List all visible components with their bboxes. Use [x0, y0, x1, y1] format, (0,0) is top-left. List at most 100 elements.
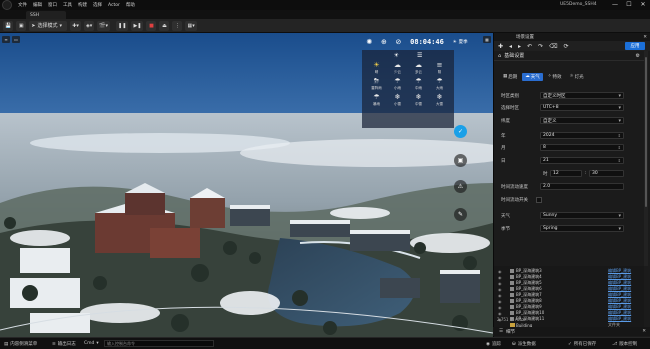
- settings-icon[interactable]: ⚙: [636, 53, 640, 59]
- weather-option-light-rain[interactable]: ☂ 小雨: [387, 77, 408, 91]
- time-speed-field[interactable]: 2.0: [540, 183, 624, 190]
- section-header[interactable]: ⌂ 基础设置 ⚙: [494, 51, 644, 61]
- tab-weather[interactable]: ☁ 天气: [522, 72, 543, 81]
- maximize-button[interactable]: ☐: [622, 0, 636, 10]
- redo-icon[interactable]: ↷: [538, 43, 543, 50]
- wireframe-icon[interactable]: ⊕: [381, 38, 387, 46]
- weather-dropdown[interactable]: Sunny: [540, 212, 624, 219]
- menu-file[interactable]: 文件: [18, 2, 27, 8]
- content-drawer-button[interactable]: ▤ 内容侧滑菜单: [4, 341, 37, 348]
- close-icon[interactable]: ✕: [642, 329, 646, 334]
- weather-option-heavy-rain[interactable]: ☂ 大雨: [429, 77, 450, 91]
- weather-option-light-snow[interactable]: ❄ 小雪: [387, 93, 408, 107]
- step-icon[interactable]: ▶❚: [131, 20, 144, 31]
- menu-select[interactable]: 选择: [93, 2, 102, 8]
- effects-icon: ✧: [547, 74, 552, 79]
- refresh-icon[interactable]: ⟳: [564, 43, 569, 50]
- measure-button[interactable]: ✎: [454, 208, 467, 221]
- close-icon[interactable]: ✕: [643, 35, 647, 40]
- level-tab[interactable]: SSH: [26, 11, 66, 19]
- navigate-forward-icon[interactable]: ▸: [518, 43, 521, 50]
- time-flow-checkbox[interactable]: [536, 196, 542, 203]
- weather-option-overcast[interactable]: ≡ 阴: [429, 61, 450, 75]
- source-control-button[interactable]: ⎇ 版本控制: [612, 341, 637, 348]
- delete-icon[interactable]: ⌫: [549, 43, 557, 50]
- minute-field[interactable]: 30: [589, 170, 624, 177]
- visibility-icon[interactable]: ◉: [498, 305, 502, 310]
- add-icon[interactable]: ✚: [498, 43, 503, 50]
- visibility-icon[interactable]: ◉: [498, 281, 502, 286]
- details-tab[interactable]: 细节: [506, 329, 515, 335]
- close-button[interactable]: ✕: [636, 0, 650, 10]
- actor-icon: [510, 281, 514, 285]
- year-field[interactable]: 2024: [540, 132, 624, 139]
- weather-tab-sun-icon[interactable]: ☀: [394, 52, 399, 59]
- pause-icon[interactable]: ❚❚: [116, 20, 129, 31]
- timezone-dropdown[interactable]: UTC+8: [540, 104, 624, 111]
- menu-help[interactable]: 帮助: [126, 2, 135, 8]
- console-input[interactable]: 输入控制台命令: [104, 340, 214, 347]
- content-icon[interactable]: ▣: [16, 20, 27, 31]
- scrollbar-thumb[interactable]: [645, 57, 647, 207]
- save-icon[interactable]: 💾: [3, 20, 14, 31]
- tab-post-process[interactable]: ▦ 后期: [500, 73, 520, 81]
- season-dropdown[interactable]: Spring: [540, 225, 624, 232]
- timezone-category-dropdown[interactable]: 自定义时区: [540, 92, 624, 99]
- visibility-icon[interactable]: ◉: [498, 299, 502, 304]
- perspective-button[interactable]: ▭: [12, 35, 20, 43]
- camera-button[interactable]: ▣: [454, 154, 467, 167]
- menu-build[interactable]: 构建: [78, 2, 87, 8]
- visibility-icon[interactable]: ◉: [498, 269, 502, 274]
- output-log-button[interactable]: ≡ 输出日志: [52, 341, 76, 348]
- panel-tab-label[interactable]: 场景设置: [516, 34, 534, 40]
- play-options-icon[interactable]: ⋮: [172, 20, 183, 31]
- menu-edit[interactable]: 编辑: [33, 2, 42, 8]
- apply-button[interactable]: 应用: [625, 42, 645, 50]
- derived-data-button[interactable]: ⛁ 派生数据: [512, 341, 536, 348]
- weather-option-storm[interactable]: ☂ 暴雨: [366, 93, 387, 107]
- unreal-logo-icon[interactable]: [2, 0, 12, 10]
- eject-icon[interactable]: ⏏: [159, 20, 170, 31]
- add-actor-icon[interactable]: ✚▾: [70, 20, 81, 31]
- weather-option-heavy-snow[interactable]: ❄ 大雪: [429, 93, 450, 107]
- tab-effects[interactable]: ✧ 特效: [545, 73, 565, 81]
- menu-window[interactable]: 窗口: [48, 2, 57, 8]
- cinematic-icon[interactable]: 🎬▾: [97, 20, 111, 31]
- menu-tools[interactable]: 工具: [63, 2, 72, 8]
- cmd-selector[interactable]: Cmd ▾: [84, 341, 99, 346]
- minimize-button[interactable]: —: [608, 0, 622, 10]
- weather-option-thunderstorm[interactable]: ⛈ 雷阵雨: [366, 77, 387, 91]
- tab-lighting[interactable]: ☼ 灯光: [567, 73, 587, 81]
- weather-toggle-button[interactable]: ✓: [454, 125, 467, 138]
- trace-button[interactable]: ◉ 追踪: [486, 341, 501, 348]
- visibility-icon[interactable]: ◉: [498, 275, 502, 280]
- platforms-icon[interactable]: ▦▾: [185, 20, 197, 31]
- latitude-dropdown[interactable]: 自定义: [540, 117, 624, 124]
- menu-actor[interactable]: Actor: [108, 3, 120, 8]
- visibility-icon[interactable]: ◉: [498, 287, 502, 292]
- settings-icon[interactable]: ✺: [366, 38, 372, 46]
- day-field[interactable]: 21: [540, 157, 624, 164]
- month-field[interactable]: 8: [540, 144, 624, 151]
- visibility-icon[interactable]: ◉: [498, 311, 502, 316]
- navigate-back-icon[interactable]: ◂: [509, 43, 512, 50]
- hour-field[interactable]: 12: [550, 170, 582, 177]
- weather-option-sunny[interactable]: ☀ 晴: [366, 61, 387, 75]
- grid-snap-icon[interactable]: ▦: [483, 35, 491, 43]
- alert-button[interactable]: ⚠: [454, 180, 467, 193]
- mode-select[interactable]: ➤ 选择模式 ▾: [29, 20, 68, 31]
- undo-icon[interactable]: ↶: [527, 43, 532, 50]
- time-flow-row: 时间流动开关: [494, 195, 644, 204]
- weather-tab-list-icon[interactable]: ☰: [417, 52, 422, 59]
- compass-icon[interactable]: ⊘: [396, 38, 402, 46]
- weather-option-cloudy[interactable]: ☁ 多云: [408, 61, 429, 75]
- weather-option-moderate-snow[interactable]: ❄ 中雪: [408, 93, 429, 107]
- stop-icon[interactable]: ■: [146, 20, 157, 31]
- weather-option-partly-cloudy[interactable]: ☁ 少云: [387, 61, 408, 75]
- viewport-menu-icon[interactable]: ≡: [2, 35, 10, 43]
- weather-option-moderate-rain[interactable]: ☂ 中雨: [408, 77, 429, 91]
- blueprint-icon[interactable]: ◈▾: [83, 20, 95, 31]
- season-toggle[interactable]: ☀ 夏季: [453, 39, 468, 46]
- visibility-icon[interactable]: ◉: [498, 293, 502, 298]
- saved-status[interactable]: ✓ 所有已保存: [568, 341, 596, 348]
